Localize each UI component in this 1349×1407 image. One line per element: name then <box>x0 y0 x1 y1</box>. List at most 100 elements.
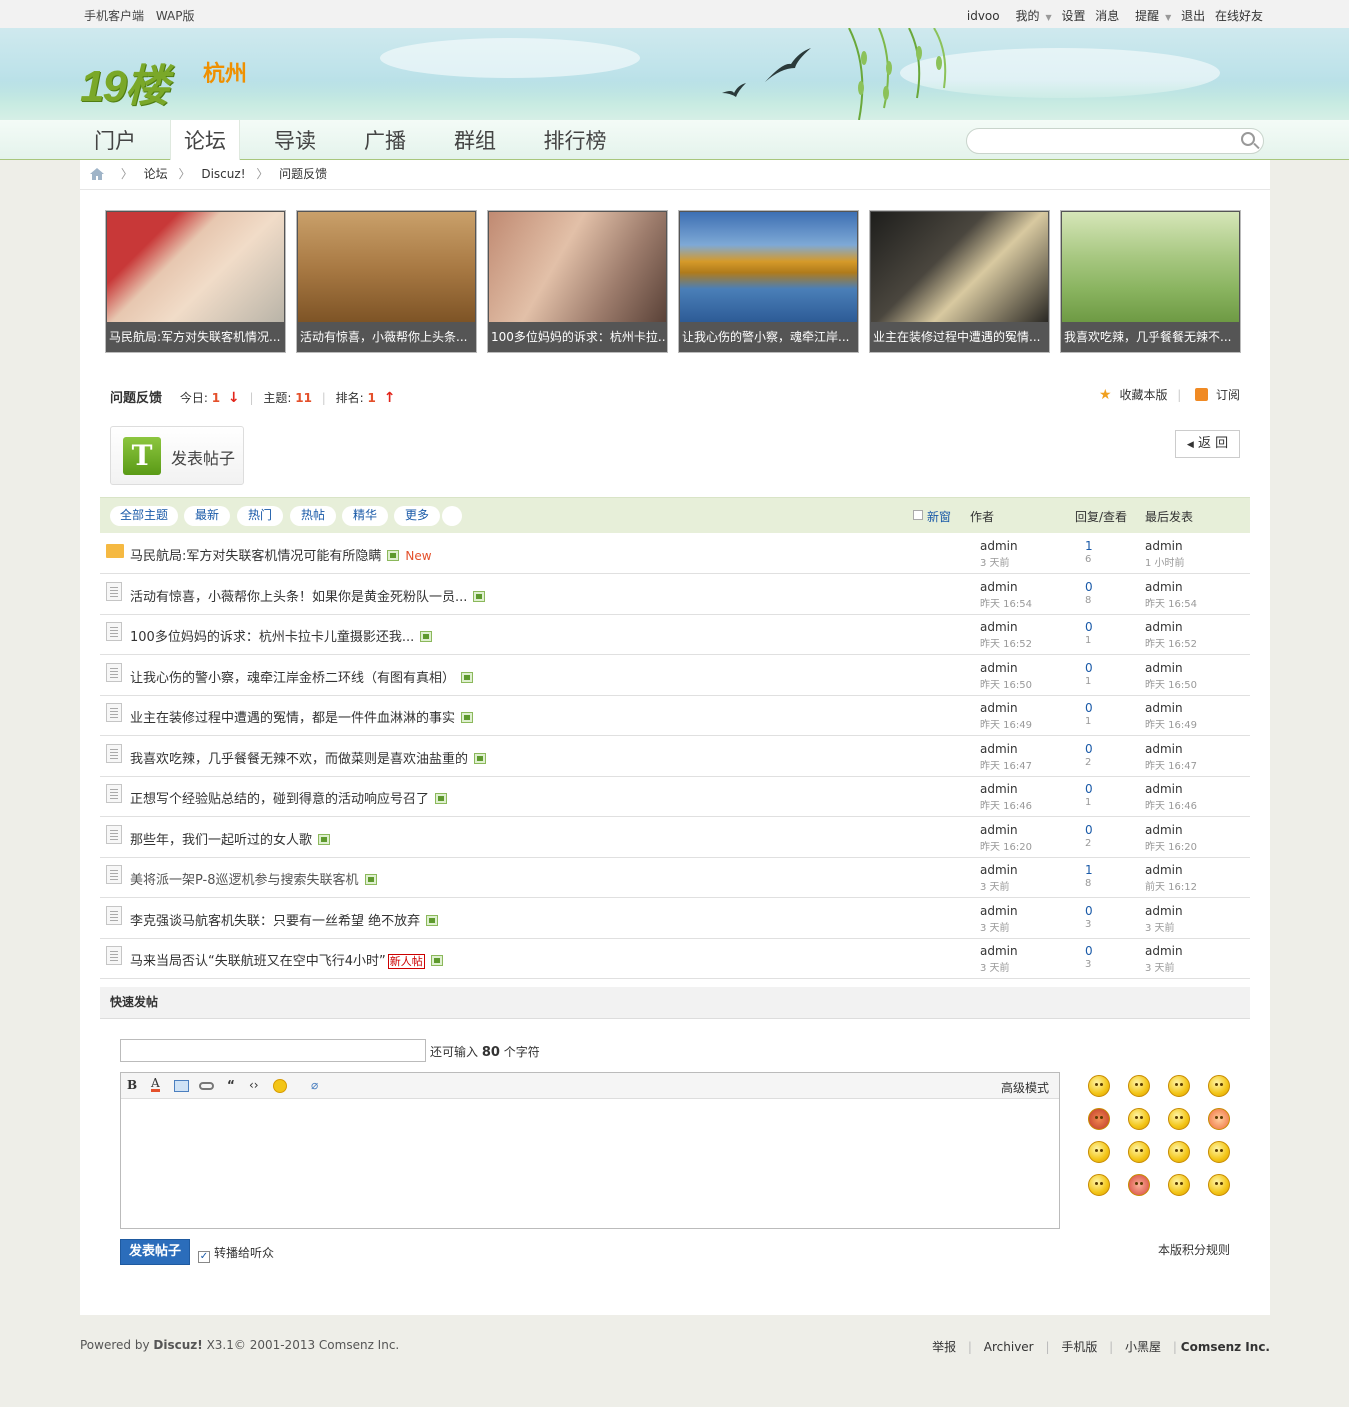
thread-author[interactable]: admin <box>980 701 1018 715</box>
last-poster[interactable]: admin <box>1145 539 1183 553</box>
table-row[interactable]: 马民航局:军方对失联客机情况可能有所隐瞒 New admin 3 天前 1 6 admin 1… <box>100 534 1250 574</box>
code-icon[interactable]: ‹› <box>249 1078 259 1092</box>
smiley-icon[interactable] <box>1208 1108 1230 1130</box>
new-thread-button[interactable]: T 发表帖子 <box>110 426 244 485</box>
smiley-icon[interactable] <box>1128 1141 1150 1163</box>
thread-title[interactable]: 李克强谈马航客机失联：只要有一丝希望 绝不放弃 <box>130 910 439 929</box>
table-row[interactable]: 正想写个经验贴总结的，碰到得意的活动响应号召了 admin 昨天 16:46 0 1 ad… <box>100 777 1250 817</box>
slide-item[interactable]: 我喜欢吃辣，几乎餐餐无辣不... <box>1060 210 1241 353</box>
attachment-icon[interactable]: ⌀ <box>311 1078 318 1092</box>
smiley-icon[interactable] <box>1088 1174 1110 1196</box>
home-icon[interactable] <box>90 168 104 180</box>
table-row[interactable]: 我喜欢吃辣，几乎餐餐无辣不欢，而做菜则是喜欢油盐重的 admin 昨天 16:47 0… <box>100 737 1250 777</box>
archiver-link[interactable]: Archiver <box>984 1340 1034 1354</box>
thread-author[interactable]: admin <box>980 863 1018 877</box>
table-row[interactable]: 让我心伤的警小察，魂牵江岸金桥二环线（有图有真相） admin 昨天 16:50 0 1… <box>100 656 1250 696</box>
back-button[interactable]: ◀ 返 回 <box>1175 430 1240 458</box>
breadcrumb-forum[interactable]: 论坛 <box>144 167 168 181</box>
thread-title[interactable]: 美将派一架P-8巡逻机参与搜索失联客机 <box>130 869 377 888</box>
thread-title[interactable]: 100多位妈妈的诉求：杭州卡拉卡儿童摄影还我... <box>130 626 433 645</box>
thread-title-text[interactable]: 马民航局:军方对失联客机情况可能有所隐瞒 <box>130 549 381 564</box>
thread-author[interactable]: admin <box>980 823 1018 837</box>
table-row[interactable]: 业主在装修过程中遭遇的冤情，都是一件件血淋淋的事实 admin 昨天 16:49 0 1… <box>100 696 1250 736</box>
reply-count[interactable]: 0 <box>1085 904 1093 918</box>
breadcrumb-current[interactable]: 问题反馈 <box>279 167 327 181</box>
last-post-time[interactable]: 3 天前 <box>1145 959 1175 974</box>
last-post-time[interactable]: 昨天 16:54 <box>1145 595 1197 610</box>
smiley-icon[interactable] <box>1168 1075 1190 1097</box>
reply-count[interactable]: 0 <box>1085 580 1093 594</box>
table-row[interactable]: 李克强谈马航客机失联：只要有一丝希望 绝不放弃 admin 3 天前 0 3 admin 3… <box>100 899 1250 939</box>
filter-all[interactable]: 全部主题 <box>110 506 178 526</box>
slide-item[interactable]: 业主在装修过程中遭遇的冤情... <box>869 210 1050 353</box>
last-poster[interactable]: admin <box>1145 863 1183 877</box>
reply-count[interactable]: 0 <box>1085 742 1093 756</box>
table-row[interactable]: 美将派一架P-8巡逻机参与搜索失联客机 admin 3 天前 1 8 admin 前天 16… <box>100 858 1250 898</box>
mobile-client-link[interactable]: 手机客户端 <box>84 9 144 23</box>
thread-title-text[interactable]: 马来当局否认“失联航班又在空中飞行4小时” <box>130 954 386 969</box>
nav-groups[interactable]: 群组 <box>440 120 510 160</box>
subject-input[interactable] <box>120 1039 426 1062</box>
last-post-time[interactable]: 昨天 16:46 <box>1145 797 1197 812</box>
thread-title[interactable]: 马民航局:军方对失联客机情况可能有所隐瞒 New <box>130 545 432 564</box>
thread-title-text[interactable]: 我喜欢吃辣，几乎餐餐无辣不欢，而做菜则是喜欢油盐重的 <box>130 752 468 767</box>
filter-extra[interactable] <box>442 506 462 526</box>
editor-textarea[interactable] <box>121 1099 1059 1228</box>
smiley-icon[interactable] <box>1168 1141 1190 1163</box>
site-logo[interactable]: 19楼 <box>80 50 169 114</box>
last-post-time[interactable]: 昨天 16:20 <box>1145 838 1197 853</box>
image-icon[interactable] <box>174 1080 189 1092</box>
last-poster[interactable]: admin <box>1145 742 1183 756</box>
thread-title-text[interactable]: 业主在装修过程中遭遇的冤情，都是一件件血淋淋的事实 <box>130 711 455 726</box>
thread-author[interactable]: admin <box>980 661 1018 675</box>
thread-title[interactable]: 业主在装修过程中遭遇的冤情，都是一件件血淋淋的事实 <box>130 707 474 726</box>
smiley-icon[interactable] <box>1208 1174 1230 1196</box>
table-row[interactable]: 那些年，我们一起听过的女人歌 admin 昨天 16:20 0 2 admin 昨天 16:… <box>100 818 1250 858</box>
search-icon[interactable] <box>1241 132 1255 146</box>
smiley-icon[interactable] <box>1168 1108 1190 1130</box>
username-link[interactable]: idvoo <box>967 9 1000 23</box>
search-input[interactable] <box>966 128 1264 154</box>
favorite-forum-link[interactable]: 收藏本版 <box>1119 388 1167 402</box>
thread-author[interactable]: admin <box>980 742 1018 756</box>
table-row[interactable]: 100多位妈妈的诉求：杭州卡拉卡儿童摄影还我... admin 昨天 16:52 0 1… <box>100 615 1250 655</box>
thread-title-text[interactable]: 100多位妈妈的诉求：杭州卡拉卡儿童摄影还我... <box>130 630 414 645</box>
smiley-icon[interactable] <box>1088 1108 1110 1130</box>
thread-author[interactable]: admin <box>980 580 1018 594</box>
slide-item[interactable]: 100多位妈妈的诉求：杭州卡拉... <box>487 210 668 353</box>
new-window-checkbox[interactable] <box>913 510 923 520</box>
advanced-mode-link[interactable]: 高级模式 <box>1001 1079 1049 1096</box>
slide-item[interactable]: 让我心伤的警小察，魂牵江岸... <box>678 210 859 353</box>
reply-count[interactable]: 0 <box>1085 782 1093 796</box>
reply-count[interactable]: 0 <box>1085 661 1093 675</box>
bold-icon[interactable]: B <box>127 1078 137 1092</box>
smiley-icon[interactable] <box>1128 1108 1150 1130</box>
online-friends-link[interactable]: 在线好友 <box>1215 9 1263 23</box>
forward-option[interactable]: ✓ 转播给听众 <box>198 1244 274 1263</box>
last-poster[interactable]: admin <box>1145 782 1183 796</box>
smiley-icon[interactable] <box>1168 1174 1190 1196</box>
smiley-icon[interactable] <box>1088 1141 1110 1163</box>
table-row[interactable]: 马来当局否认“失联航班又在空中飞行4小时” 新人帖 admin 3 天前 0 3 admin… <box>100 939 1250 979</box>
nav-forum[interactable]: 论坛 <box>170 120 240 160</box>
forward-checkbox[interactable]: ✓ <box>198 1251 210 1263</box>
filter-more[interactable]: 更多 <box>394 506 440 526</box>
subscribe-link[interactable]: 订阅 <box>1216 388 1240 402</box>
last-post-time[interactable]: 昨天 16:49 <box>1145 716 1197 731</box>
thread-title[interactable]: 那些年，我们一起听过的女人歌 <box>130 829 331 848</box>
slide-item[interactable]: 活动有惊喜，小薇帮你上头条... <box>296 210 477 353</box>
last-poster[interactable]: admin <box>1145 701 1183 715</box>
thread-author[interactable]: admin <box>980 782 1018 796</box>
nav-portal[interactable]: 门户 <box>80 120 150 160</box>
reply-count[interactable]: 1 <box>1085 863 1093 877</box>
last-post-time[interactable]: 昨天 16:52 <box>1145 635 1197 650</box>
thread-author[interactable]: admin <box>980 904 1018 918</box>
thread-title[interactable]: 我喜欢吃辣，几乎餐餐无辣不欢，而做菜则是喜欢油盐重的 <box>130 748 487 767</box>
smiley-icon[interactable] <box>1128 1075 1150 1097</box>
filter-hot-threads[interactable]: 热帖 <box>290 506 336 526</box>
last-post-time[interactable]: 昨天 16:47 <box>1145 757 1197 772</box>
thread-title-text[interactable]: 活动有惊喜，小薇帮你上头条！如果你是黄金死粉队一员... <box>130 590 467 605</box>
slide-item[interactable]: 马民航局:军方对失联客机情况... <box>105 210 286 353</box>
submit-post-button[interactable]: 发表帖子 <box>120 1239 190 1265</box>
settings-link[interactable]: 设置 <box>1061 9 1085 23</box>
